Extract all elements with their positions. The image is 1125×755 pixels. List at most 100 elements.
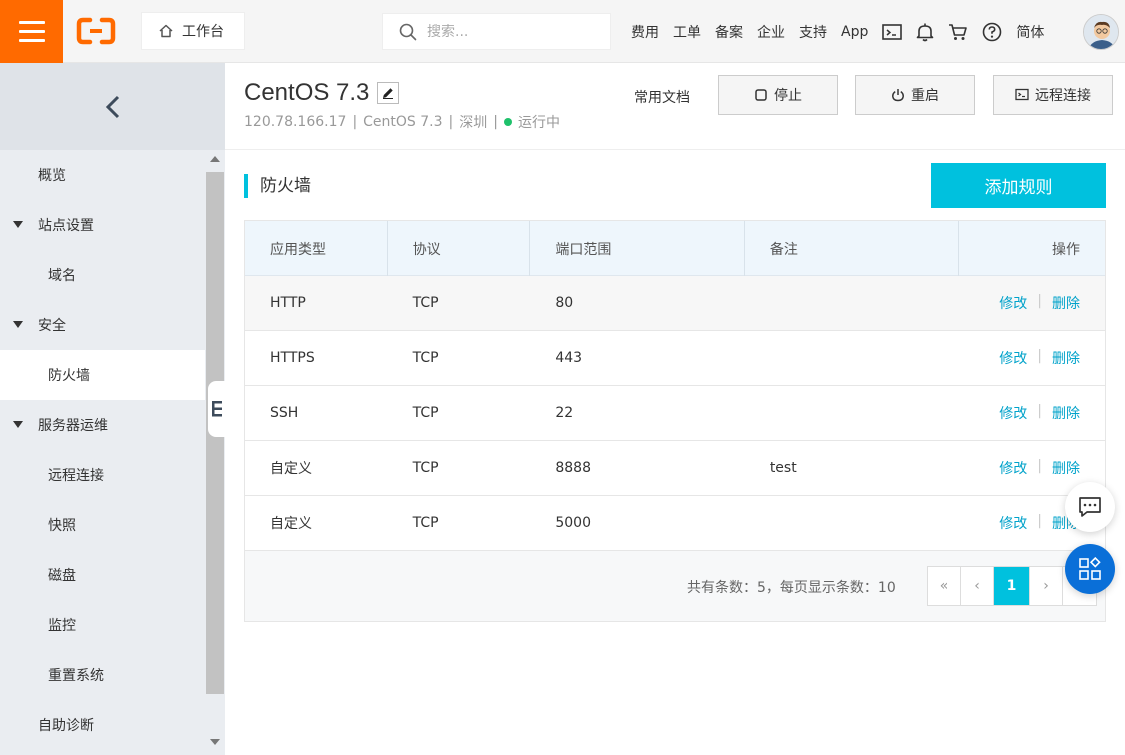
- sidebar-item[interactable]: 远程连接: [0, 450, 205, 500]
- apps-float-button[interactable]: [1065, 544, 1115, 594]
- table-cell-note: test: [769, 460, 797, 476]
- table-cell-port: 5000: [555, 515, 591, 531]
- back-button[interactable]: [0, 63, 225, 150]
- table-cell-app: HTTPS: [270, 350, 315, 366]
- delete-rule-link[interactable]: 删除: [1052, 403, 1080, 423]
- sidebar-item[interactable]: 概览: [0, 150, 205, 200]
- edit-rule-link[interactable]: 修改: [999, 348, 1027, 368]
- main-content: 防火墙 添加规则 应用类型 协议 端口范围 备注 操作 HTTP TCP 80 修改 |…: [225, 150, 1125, 755]
- sidebar-item[interactable]: 自助诊断: [0, 700, 205, 750]
- column-header: 端口范围: [530, 221, 745, 276]
- hamburger-icon-line: [18, 30, 45, 33]
- remote-connect-button[interactable]: 远程连接: [993, 75, 1113, 115]
- caret-down-icon: [13, 221, 23, 228]
- edit-rule-link[interactable]: 修改: [999, 458, 1027, 478]
- delete-rule-link[interactable]: 删除: [1052, 458, 1080, 478]
- pagination-button[interactable]: ›: [1030, 567, 1063, 605]
- stop-icon: [755, 89, 767, 101]
- table-row: 自定义 TCP 5000 修改 | 删除: [245, 496, 1105, 551]
- scroll-down-arrow-icon[interactable]: [210, 739, 220, 745]
- language-switch[interactable]: 简体: [1016, 22, 1044, 42]
- nav-tickets[interactable]: 工单: [673, 22, 701, 42]
- delete-rule-link[interactable]: 删除: [1052, 293, 1080, 313]
- pagination-button[interactable]: «: [928, 567, 961, 605]
- table-cell-protocol: TCP: [412, 295, 439, 311]
- collapse-sidebar-icon: [211, 401, 222, 417]
- column-header: 备注: [745, 221, 960, 276]
- docs-link[interactable]: 常用文档: [634, 87, 690, 107]
- table-cell-app: HTTP: [270, 295, 306, 311]
- table-cell-port: 22: [555, 405, 574, 421]
- caret-down-icon: [13, 321, 23, 328]
- bell-icon[interactable]: [916, 22, 934, 42]
- edit-rule-link[interactable]: 修改: [999, 403, 1027, 423]
- table-cell-port: 443: [555, 350, 583, 366]
- stop-button[interactable]: 停止: [718, 75, 838, 115]
- edit-name-button[interactable]: [377, 82, 400, 104]
- delete-rule-link[interactable]: 删除: [1052, 348, 1080, 368]
- sidebar-item[interactable]: 监控: [0, 600, 205, 650]
- sidebar-item[interactable]: 域名: [0, 250, 205, 300]
- row-actions: 修改 | 删除: [959, 403, 1105, 423]
- workbench-label: 工作台: [182, 24, 224, 40]
- instance-header: CentOS 7.3 120.78.166.17 | CentOS 7.3 | …: [225, 63, 1125, 150]
- help-icon[interactable]: [982, 22, 1002, 42]
- sidebar-item-label: 重置系统: [48, 668, 104, 684]
- chat-bubble-icon: [1079, 497, 1101, 517]
- action-separator: |: [1037, 403, 1043, 419]
- table-row: HTTP TCP 80 修改 | 删除: [245, 276, 1105, 331]
- firewall-table: 应用类型 协议 端口范围 备注 操作 HTTP TCP 80 修改 | 删除 HTTPS TC…: [244, 220, 1106, 622]
- nav-enterprise[interactable]: 企业: [757, 22, 785, 42]
- row-actions: 修改 | 删除: [959, 458, 1105, 478]
- hamburger-icon-line: [18, 39, 45, 42]
- sidebar-item-label: 磁盘: [48, 568, 76, 584]
- column-header: 操作: [1052, 241, 1081, 258]
- nav-app[interactable]: App: [841, 24, 868, 40]
- chevron-left-icon: [105, 95, 119, 118]
- pagination-button[interactable]: 1: [994, 567, 1030, 605]
- meta-separator: |: [352, 114, 358, 130]
- sidebar-item[interactable]: 磁盘: [0, 550, 205, 600]
- terminal-icon[interactable]: [882, 23, 903, 41]
- avatar[interactable]: [1083, 14, 1119, 50]
- menu-toggle-button[interactable]: [0, 0, 63, 63]
- brand-logo-icon[interactable]: [76, 16, 116, 46]
- sidebar-collapse-tab[interactable]: [208, 381, 225, 437]
- sidebar-item[interactable]: 站点设置: [0, 200, 205, 250]
- pagination-button[interactable]: ‹: [961, 567, 994, 605]
- search-input[interactable]: [427, 23, 597, 40]
- restart-button[interactable]: 重启: [855, 75, 975, 115]
- search-box[interactable]: [382, 13, 611, 50]
- sidebar: 概览 站点设置域名安全防火墙服务器运维 远程连接 快照磁盘监控重置系统自助诊断: [0, 63, 225, 755]
- table-cell-protocol: TCP: [412, 515, 439, 531]
- instance-title: CentOS 7.3: [244, 79, 400, 107]
- sidebar-item-label: 域名: [48, 268, 76, 284]
- sidebar-item[interactable]: 服务器运维: [0, 400, 205, 450]
- chat-float-button[interactable]: [1065, 482, 1115, 532]
- workbench-button[interactable]: 工作台: [141, 12, 245, 50]
- sidebar-item[interactable]: 重置系统: [0, 650, 205, 700]
- sidebar-item[interactable]: 防火墙: [0, 350, 205, 400]
- meta-separator: |: [448, 114, 454, 130]
- action-separator: |: [1037, 458, 1043, 474]
- edit-rule-link[interactable]: 修改: [999, 513, 1027, 533]
- table-cell-app: SSH: [270, 405, 299, 421]
- instance-os: CentOS 7.3: [363, 114, 443, 130]
- top-bar: 工作台 费用 工单 备案 企业 支持 App: [0, 0, 1125, 63]
- table-row: HTTPS TCP 443 修改 | 删除: [245, 331, 1105, 386]
- search-icon: [399, 23, 417, 40]
- nav-icp[interactable]: 备案: [715, 22, 743, 42]
- nav-support[interactable]: 支持: [799, 22, 827, 42]
- sidebar-item-label: 防火墙: [48, 368, 90, 384]
- edit-rule-link[interactable]: 修改: [999, 293, 1027, 313]
- cart-icon[interactable]: [948, 23, 968, 41]
- sidebar-item[interactable]: 安全: [0, 300, 205, 350]
- nav-billing[interactable]: 费用: [631, 22, 659, 42]
- sidebar-scrollbar[interactable]: [205, 150, 225, 755]
- add-rule-button[interactable]: 添加规则: [931, 163, 1106, 208]
- column-header: 应用类型: [245, 221, 388, 276]
- sidebar-item[interactable]: 快照: [0, 500, 205, 550]
- table-header: 应用类型 协议 端口范围 备注 操作: [245, 221, 1105, 276]
- remote-connect-label: 远程连接: [1035, 88, 1091, 104]
- scroll-up-arrow-icon[interactable]: [210, 156, 220, 162]
